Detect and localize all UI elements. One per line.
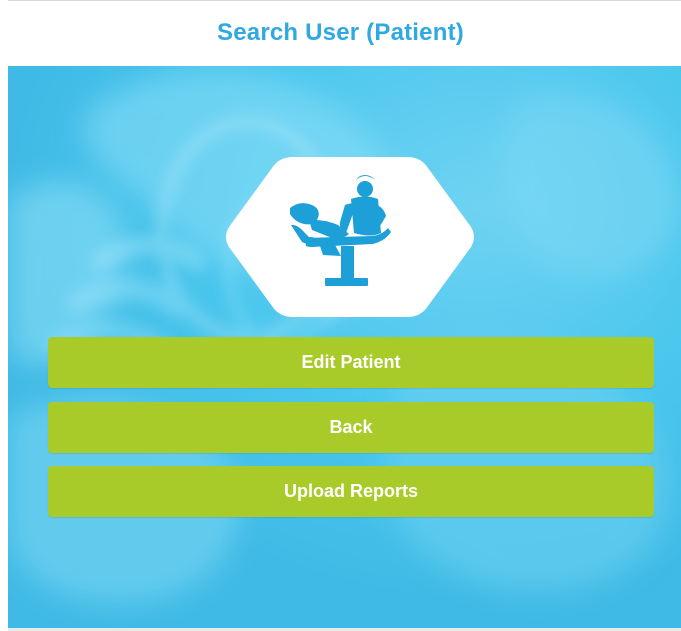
upload-reports-button[interactable]: Upload Reports — [48, 466, 654, 517]
edit-patient-button[interactable]: Edit Patient — [48, 337, 654, 388]
hero-panel: Edit Patient Back Upload Reports — [8, 66, 681, 628]
app-header: Search User (Patient) — [0, 0, 681, 66]
page-title: Search User (Patient) — [217, 19, 464, 46]
search-user-screen: Search User (Patient) Edit Patient Back … — [0, 0, 681, 631]
patient-care-hexagon — [220, 152, 480, 322]
back-button[interactable]: Back — [48, 402, 654, 453]
